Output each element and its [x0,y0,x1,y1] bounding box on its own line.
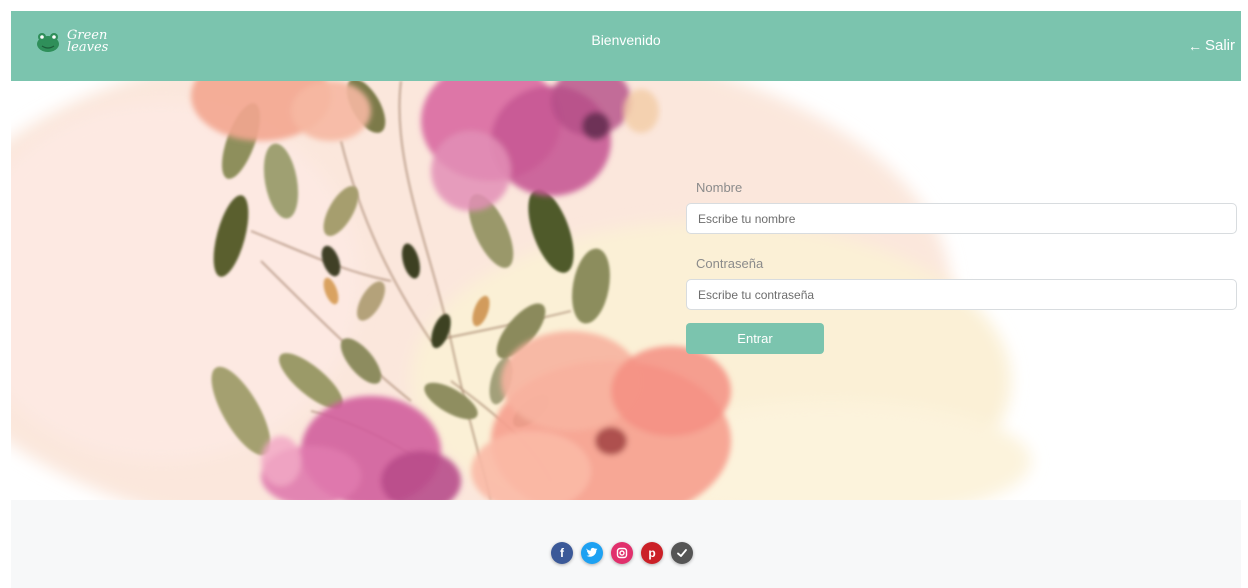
page: Green leaves Bienvenido ← Salir Nombre E… [0,0,1248,588]
submit-button[interactable]: Entrar [686,323,824,354]
arrow-left-icon: ← [1187,37,1202,54]
facebook-icon[interactable]: f [551,542,573,564]
top-navbar: Green leaves Bienvenido ← Salir [11,11,1241,81]
password-label: Contraseña [696,256,764,271]
pinterest-icon[interactable]: p [641,542,663,564]
checkmark-icon [677,549,687,557]
instagram-camera-icon [616,547,628,559]
footer: f p [11,500,1241,588]
login-form: Nombre Contraseña Entrar [686,180,1237,354]
name-field-group: Nombre [686,180,1237,234]
pinterest-glyph: p [648,546,656,560]
logout-label: Salir [1204,37,1235,54]
instagram-icon[interactable] [611,542,633,564]
logout-link[interactable]: ← Salir [1188,37,1235,54]
facebook-glyph: f [560,546,564,560]
twitter-bird-icon [586,547,598,557]
page-title: Bienvenido [591,32,661,48]
password-input[interactable] [686,279,1237,310]
check-icon[interactable] [671,542,693,564]
name-input[interactable] [686,203,1237,234]
name-label: Nombre [696,180,743,195]
social-links: f p [551,542,693,564]
twitter-icon[interactable] [581,542,603,564]
hero-banner: Nombre Contraseña Entrar [11,81,1241,500]
password-field-group: Contraseña [686,256,1237,310]
